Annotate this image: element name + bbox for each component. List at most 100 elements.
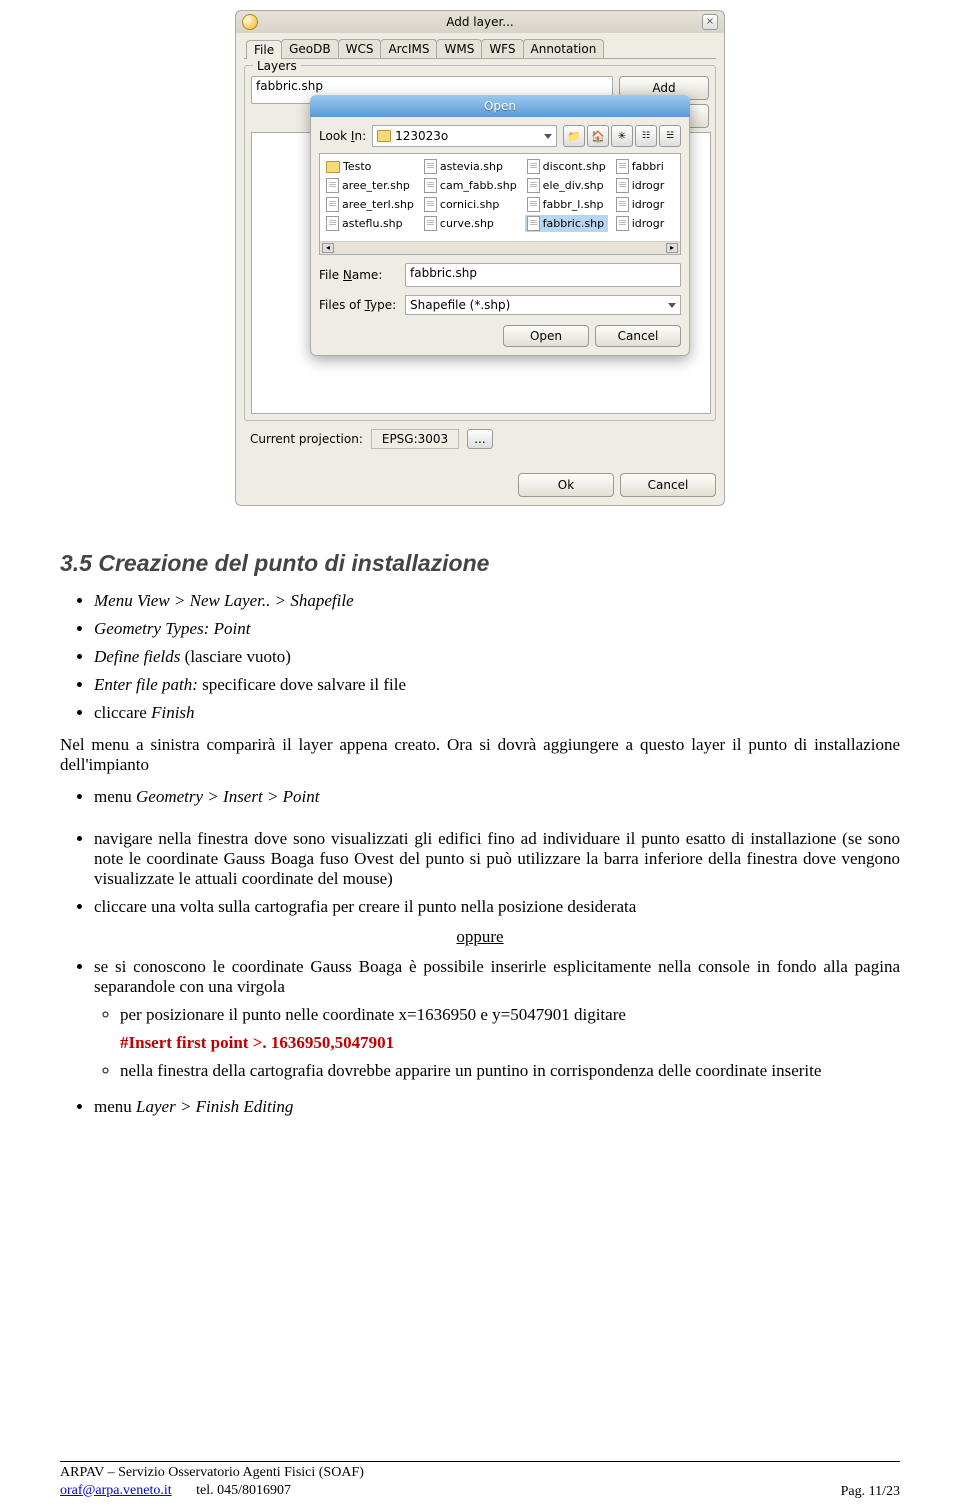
list-item: Enter file path: specificare dove salvar…	[94, 671, 900, 699]
file-icon	[326, 216, 339, 231]
file-item-selected[interactable]: fabbric.shp	[525, 215, 608, 232]
cancel-button[interactable]: Cancel	[620, 473, 716, 497]
files-of-type-combo[interactable]: Shapefile (*.shp)	[405, 295, 681, 315]
page-footer: ARPAV – Servizio Osservatorio Agenti Fis…	[60, 1461, 900, 1500]
footer-tel: tel. 045/8016907	[196, 1483, 291, 1498]
tab-wcs[interactable]: WCS	[338, 39, 382, 58]
file-icon	[424, 197, 437, 212]
file-item[interactable]: Testo	[324, 158, 416, 175]
list-item: navigare nella finestra dove sono visual…	[94, 825, 900, 893]
folder-icon	[326, 161, 340, 173]
file-item[interactable]: fabbri	[614, 158, 676, 175]
list-item: Menu View > New Layer.. > Shapefile	[94, 587, 900, 615]
tab-geodb[interactable]: GeoDB	[281, 39, 339, 58]
file-item[interactable]: asteflu.shp	[324, 215, 416, 232]
look-in-label: Look In:	[319, 129, 366, 143]
list-view-icon[interactable]: ☷	[635, 125, 657, 147]
file-icon	[527, 178, 540, 193]
look-in-combo[interactable]: 123023o	[372, 125, 557, 147]
add-layer-title: Add layer...	[446, 15, 514, 29]
file-item[interactable]: idrogr	[614, 177, 676, 194]
paragraph: Nel menu a sinistra comparirà il layer a…	[60, 735, 900, 775]
detail-view-icon[interactable]: ☱	[659, 125, 681, 147]
tab-wfs[interactable]: WFS	[481, 39, 523, 58]
file-icon	[326, 197, 339, 212]
projection-browse-button[interactable]: ...	[467, 429, 492, 449]
file-name-label: File Name:	[319, 268, 399, 282]
projection-label: Current projection:	[250, 432, 363, 446]
file-icon	[424, 159, 437, 174]
page-number: Pag. 11/23	[841, 1484, 900, 1500]
tab-file[interactable]: File	[246, 40, 282, 59]
bullet-list-1: Menu View > New Layer.. > Shapefile Geom…	[60, 587, 900, 727]
oppure-label: oppure	[60, 927, 900, 947]
look-in-value: 123023o	[395, 129, 448, 143]
new-folder-icon[interactable]: ✳	[611, 125, 633, 147]
document-content: 3.5 Creazione del punto di installazione…	[0, 514, 960, 1121]
file-item[interactable]: discont.shp	[525, 158, 608, 175]
footer-org: ARPAV – Servizio Osservatorio Agenti Fis…	[60, 1464, 364, 1482]
file-item[interactable]: curve.shp	[422, 215, 519, 232]
list-item: menu Geometry > Insert > Point	[94, 783, 900, 811]
chevron-down-icon	[544, 134, 552, 139]
up-folder-icon[interactable]: 📁	[563, 125, 585, 147]
files-of-type-value: Shapefile (*.shp)	[410, 298, 510, 312]
tabs: File GeoDB WCS ArcIMS WMS WFS Annotation	[244, 39, 716, 59]
file-item[interactable]: fabbr_l.shp	[525, 196, 608, 213]
file-icon	[616, 178, 629, 193]
projection-value: EPSG:3003	[371, 429, 459, 449]
file-icon	[424, 216, 437, 231]
close-icon[interactable]: ×	[702, 14, 718, 30]
horizontal-scrollbar[interactable]: ◂ ▸	[320, 241, 680, 254]
open-button[interactable]: Open	[503, 325, 589, 347]
file-name-input[interactable]: fabbric.shp	[405, 263, 681, 287]
projection-row: Current projection: EPSG:3003 ...	[244, 429, 716, 449]
open-titlebar[interactable]: Open	[310, 95, 690, 117]
file-item[interactable]: aree_ter.shp	[324, 177, 416, 194]
layers-label: Layers	[253, 59, 301, 73]
file-list[interactable]: Testo astevia.shp discont.shp fabbri are…	[319, 153, 681, 255]
list-item: Geometry Types: Point	[94, 615, 900, 643]
folder-icon	[377, 130, 391, 142]
list-item: cliccare Finish	[94, 699, 900, 727]
file-item[interactable]: ele_div.shp	[525, 177, 608, 194]
list-item: per posizionare il punto nelle coordinat…	[120, 1001, 900, 1057]
file-icon	[527, 159, 540, 174]
add-layer-titlebar[interactable]: Add layer... ×	[235, 10, 725, 33]
file-icon	[527, 216, 540, 231]
home-icon[interactable]: 🏠	[587, 125, 609, 147]
file-icon	[424, 178, 437, 193]
footer-email-link[interactable]: oraf@arpa.veneto.it	[60, 1483, 172, 1498]
file-item[interactable]: cornici.shp	[422, 196, 519, 213]
file-icon	[326, 178, 339, 193]
tab-wms[interactable]: WMS	[436, 39, 482, 58]
bullet-list-3: navigare nella finestra dove sono visual…	[60, 825, 900, 921]
list-item: cliccare una volta sulla cartografia per…	[94, 893, 900, 921]
list-item: menu Layer > Finish Editing	[94, 1093, 900, 1121]
list-item: se si conoscono le coordinate Gauss Boag…	[94, 953, 900, 1093]
open-title: Open	[484, 99, 516, 113]
file-item[interactable]: cam_fabb.shp	[422, 177, 519, 194]
file-item[interactable]: idrogr	[614, 196, 676, 213]
list-item: nella finestra della cartografia dovrebb…	[120, 1057, 900, 1085]
chevron-down-icon	[668, 303, 676, 308]
bullet-list-2: menu Geometry > Insert > Point	[60, 783, 900, 811]
scroll-right-icon[interactable]: ▸	[666, 243, 678, 253]
bullet-list-4: se si conoscono le coordinate Gauss Boag…	[60, 953, 900, 1121]
section-heading: 3.5 Creazione del punto di installazione	[60, 550, 900, 577]
file-item[interactable]: idrogr	[614, 215, 676, 232]
file-icon	[616, 216, 629, 231]
scroll-left-icon[interactable]: ◂	[322, 243, 334, 253]
open-dialog: Open Look In: 123023o 📁 🏠 ✳ ☷ ☱	[310, 95, 690, 356]
tab-arcims[interactable]: ArcIMS	[380, 39, 437, 58]
app-icon	[242, 14, 258, 30]
ok-button[interactable]: Ok	[518, 473, 614, 497]
open-cancel-button[interactable]: Cancel	[595, 325, 681, 347]
insert-command: #Insert first point >. 1636950,5047901	[120, 1033, 900, 1053]
list-item: Define fields (lasciare vuoto)	[94, 643, 900, 671]
sub-list: per posizionare il punto nelle coordinat…	[94, 1001, 900, 1085]
file-item[interactable]: aree_terl.shp	[324, 196, 416, 213]
tab-annotation[interactable]: Annotation	[523, 39, 605, 58]
file-icon	[616, 197, 629, 212]
file-item[interactable]: astevia.shp	[422, 158, 519, 175]
